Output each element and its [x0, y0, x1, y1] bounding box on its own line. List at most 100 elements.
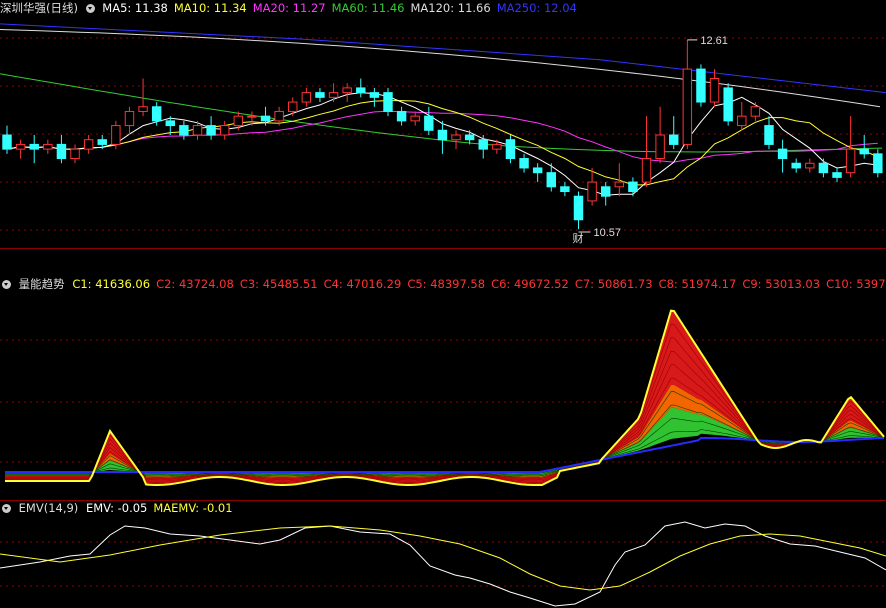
candle-body: [614, 181, 625, 188]
energy-band-red: [5, 310, 884, 485]
candle: [737, 102, 747, 131]
candle-body: [70, 148, 80, 160]
candle-body: [573, 195, 584, 221]
candle: [43, 139, 53, 154]
high-label: 12.61: [700, 35, 728, 47]
candle-body: [56, 143, 67, 160]
candle: [29, 135, 39, 164]
energy-ma-line: [5, 337, 885, 483]
candle-body: [655, 134, 665, 160]
candle-body: [437, 129, 448, 141]
energy-panel[interactable]: 量能趋势 C1: 41636.06 C2: 43724.08 C3: 45485.5…: [0, 276, 886, 500]
candle-body: [859, 148, 869, 155]
candle: [124, 106, 135, 135]
candle-body: [600, 186, 611, 197]
candle-body: [832, 172, 842, 178]
candle: [356, 78, 366, 98]
candle: [600, 182, 611, 206]
energy-trend-chart[interactable]: [0, 276, 886, 500]
candle-body: [43, 143, 53, 150]
candle-body: [356, 87, 366, 94]
candle-body: [138, 106, 148, 112]
candle-body: [696, 68, 706, 103]
candle-body: [791, 162, 801, 169]
candle-body: [424, 115, 434, 131]
candle-body: [709, 78, 720, 103]
candle-body: [247, 115, 257, 118]
price-panel[interactable]: 深圳华强(日线) MA5: 11.38 MA10: 11.34 MA20: 11.2…: [0, 0, 886, 248]
candle-body: [628, 181, 638, 192]
candle-body: [750, 106, 761, 117]
candle-body: [641, 158, 652, 183]
candle: [777, 139, 788, 173]
candle-body: [587, 181, 597, 202]
candle: [519, 153, 529, 173]
candle: [424, 106, 434, 135]
candle: [628, 177, 638, 197]
candle: [478, 135, 488, 159]
candle-body: [723, 87, 733, 122]
emv-panel[interactable]: EMV(14,9) EMV: -0.05 MAEMV: -0.01: [0, 500, 886, 608]
candle: [696, 64, 706, 107]
candle: [560, 182, 570, 197]
candle: [151, 102, 162, 126]
candle-body: [301, 92, 312, 103]
candle-body: [165, 120, 175, 127]
candle-body: [505, 139, 516, 160]
candle: [288, 97, 298, 117]
candle: [682, 39, 693, 150]
candle-body: [219, 125, 230, 136]
candle-body: [124, 110, 135, 127]
candle: [70, 144, 80, 164]
candle-body: [451, 134, 461, 141]
candle: [396, 106, 407, 126]
candle-body: [29, 143, 39, 150]
candle-body: [737, 115, 747, 127]
candle: [805, 158, 815, 173]
candle: [369, 87, 380, 107]
low-label: 10.57: [593, 227, 621, 239]
candle: [859, 135, 869, 159]
candle: [709, 69, 720, 107]
energy-ma-line: [5, 377, 885, 479]
candle-body: [15, 143, 26, 150]
candle: [723, 83, 733, 126]
candle-body: [288, 101, 298, 112]
candle: [56, 135, 67, 164]
energy-ma-line: [5, 418, 885, 475]
candle: [532, 163, 543, 183]
candle-body: [560, 186, 570, 193]
energy-band-green: [5, 407, 884, 476]
candle: [873, 149, 883, 178]
candle-body: [2, 134, 12, 150]
candle-body: [818, 162, 829, 174]
candle-body: [151, 106, 162, 122]
candle-body: [669, 134, 679, 145]
candle-body: [492, 143, 502, 150]
energy-c1-line: [5, 309, 885, 487]
candle-body: [260, 115, 271, 122]
candle-body: [805, 162, 815, 169]
candle-body: [682, 68, 693, 145]
emv-chart[interactable]: [0, 500, 886, 608]
candle: [573, 191, 584, 230]
candlestick-chart[interactable]: 12.61 10.57 财: [0, 0, 886, 248]
candle-body: [764, 125, 774, 145]
candle: [492, 139, 502, 154]
candle: [764, 116, 774, 150]
candle-body: [315, 92, 325, 98]
candle-body: [532, 167, 543, 174]
candle-body: [464, 134, 475, 141]
candle: [111, 120, 121, 150]
candle: [315, 87, 325, 103]
ma120-line: [0, 29, 881, 108]
candle-body: [111, 125, 121, 145]
candle-body: [328, 92, 339, 98]
candle-body: [845, 148, 856, 174]
candle-body: [478, 139, 488, 150]
candle-body: [873, 153, 883, 174]
candle: [818, 158, 829, 178]
candle-body: [383, 92, 393, 112]
candle: [587, 167, 597, 206]
candle: [15, 139, 26, 159]
